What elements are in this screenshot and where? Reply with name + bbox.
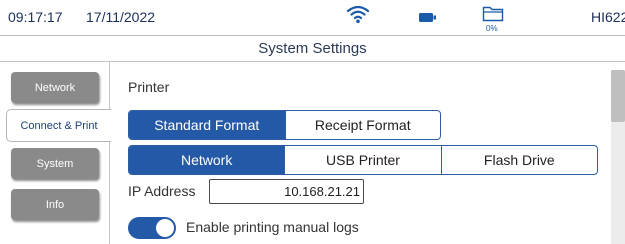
sidebar-item-label: System <box>36 157 74 170</box>
toggle-knob <box>156 219 174 237</box>
manual-logs-toggle[interactable] <box>128 217 176 239</box>
scrollbar-thumb[interactable] <box>611 70 625 122</box>
battery-icon <box>419 13 436 22</box>
network-destination-button[interactable]: Network <box>129 146 285 174</box>
sidebar: Network Connect & Print System Info <box>0 62 111 244</box>
sidebar-item-label: Info <box>45 198 65 211</box>
sidebar-item-info[interactable]: Info <box>11 189 99 220</box>
ip-address-label: IP Address <box>128 183 196 199</box>
section-title: Printer <box>128 79 170 95</box>
receipt-format-button[interactable]: Receipt Format <box>284 111 441 139</box>
sidebar-divider <box>109 62 110 244</box>
device-model: HI6221 <box>591 9 625 25</box>
manual-logs-label: Enable printing manual logs <box>186 219 359 235</box>
device-screen: 09:17:17 17/11/2022 0% HI6221 System Set… <box>0 0 625 244</box>
print-destination-selector: Network USB Printer Flash Drive <box>128 145 598 175</box>
title-bar: System Settings <box>0 36 625 62</box>
sidebar-item-label: Network <box>34 81 76 94</box>
wifi-icon <box>346 5 370 24</box>
sidebar-item-network[interactable]: Network <box>11 72 99 103</box>
flash-drive-button[interactable]: Flash Drive <box>440 146 597 174</box>
sidebar-item-system[interactable]: System <box>11 148 99 179</box>
ip-address-field[interactable]: 10.168.21.21 <box>209 179 364 204</box>
standard-format-button[interactable]: Standard Format <box>129 111 285 139</box>
usb-printer-button[interactable]: USB Printer <box>284 146 440 174</box>
page-title: System Settings <box>258 40 367 57</box>
status-time: 09:17:17 <box>8 9 63 25</box>
print-format-selector: Standard Format Receipt Format <box>128 110 441 140</box>
storage-percent: 0% <box>486 24 498 33</box>
sidebar-item-label: Connect & Print <box>20 119 98 132</box>
folder-icon <box>482 6 504 22</box>
status-date: 17/11/2022 <box>86 9 156 25</box>
status-bar: 09:17:17 17/11/2022 0% HI6221 <box>0 0 625 36</box>
sidebar-item-connect-print[interactable]: Connect & Print <box>6 109 111 142</box>
